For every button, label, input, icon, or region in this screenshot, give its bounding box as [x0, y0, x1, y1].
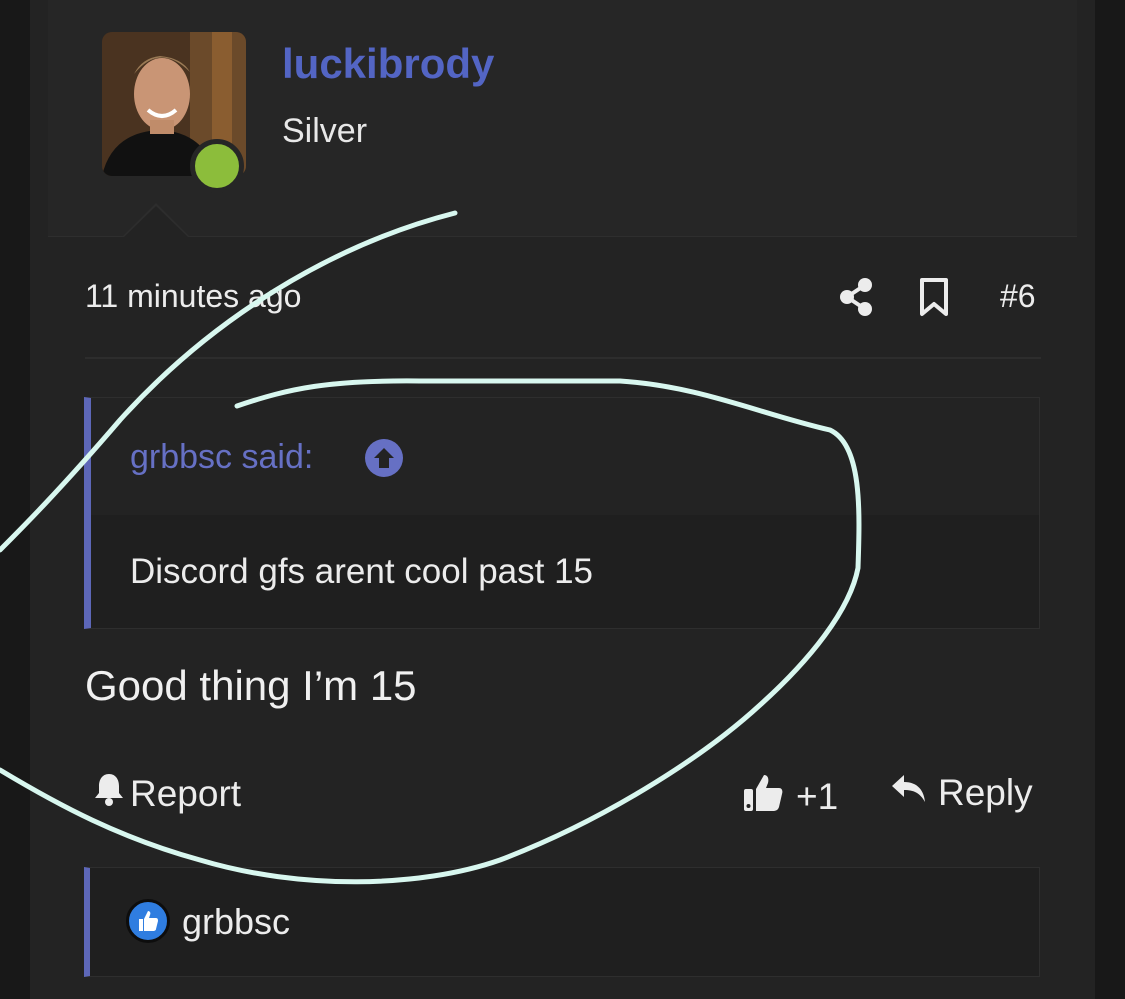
- user-rank: Silver: [282, 112, 368, 150]
- post-timestamp[interactable]: 11 minutes ago: [85, 278, 301, 315]
- quote-block: grbbsc said: Discord gfs arent cool past…: [84, 397, 1040, 629]
- like-button[interactable]: +1: [742, 771, 838, 822]
- quote-text: Discord gfs arent cool past 15: [130, 552, 594, 591]
- like-count: +1: [796, 775, 839, 817]
- likes-summary[interactable]: grbbsc: [84, 867, 1040, 977]
- bell-icon: [92, 771, 126, 816]
- report-button[interactable]: Report: [92, 771, 241, 816]
- report-label: Report: [130, 772, 242, 814]
- quote-author[interactable]: grbbsc said:: [130, 438, 313, 477]
- header-divider: [85, 357, 1041, 359]
- likes-username[interactable]: grbbsc: [182, 901, 290, 943]
- forum-post: luckibrody Silver 11 minutes ago #6 grbb…: [30, 0, 1095, 999]
- post-user-header: luckibrody Silver: [48, 0, 1077, 237]
- reply-icon: [890, 771, 928, 814]
- thumbs-up-icon: [742, 771, 784, 822]
- share-icon[interactable]: [838, 276, 874, 318]
- reply-button[interactable]: Reply: [890, 771, 1033, 814]
- header-caret-inner: [124, 206, 188, 237]
- post-number-link[interactable]: #6: [1000, 278, 1036, 315]
- reply-label: Reply: [938, 771, 1033, 813]
- bookmark-icon[interactable]: [918, 276, 950, 318]
- online-status-dot: [190, 139, 244, 193]
- like-badge-icon: [126, 899, 170, 943]
- post-message: Good thing I’m 15: [85, 662, 417, 709]
- username[interactable]: luckibrody: [282, 40, 494, 88]
- arrow-up-circle-icon[interactable]: [365, 439, 403, 477]
